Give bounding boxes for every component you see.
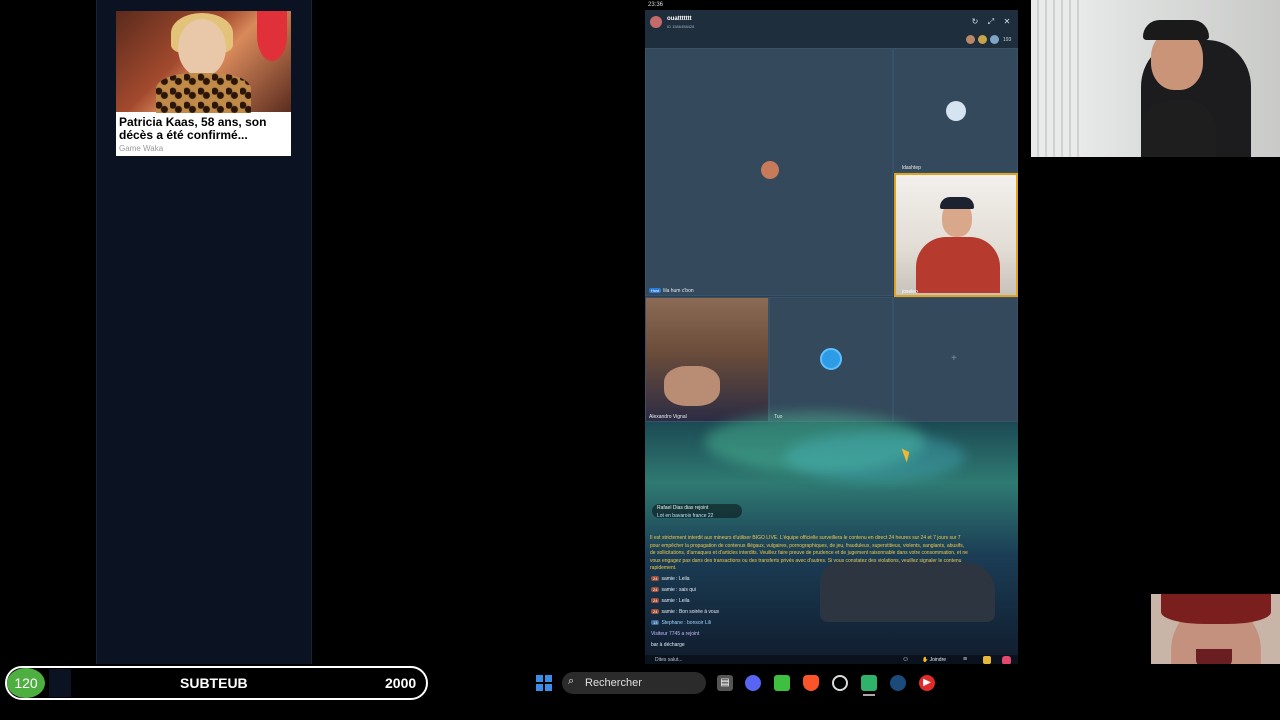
sub-goal-progress	[49, 669, 71, 697]
refresh-icon[interactable]: ↻	[970, 17, 980, 27]
ad-title[interactable]: Patricia Kaas, 58 ans, son décès a été c…	[119, 116, 288, 142]
room-header: ouattttttt ID 1586458428 ↻ ⤢ ✕ 193	[645, 10, 1018, 48]
host-id: ID 1586458428	[667, 24, 695, 29]
join-count: 22	[707, 513, 714, 519]
chat-message: 24 samie : Leila	[651, 576, 690, 582]
seat-name: ldashtep	[902, 165, 921, 171]
bigo-live-icon[interactable]	[861, 675, 877, 691]
app-green-icon[interactable]	[774, 675, 790, 691]
menu-icon[interactable]: ≡	[963, 656, 967, 663]
expand-icon[interactable]: ⤢	[986, 17, 996, 27]
seat-avatar	[946, 101, 966, 121]
rules-notice: Il est strictement interdit aux mineurs …	[650, 535, 968, 571]
seat-2[interactable]: ldashtep	[893, 48, 1018, 173]
add-seat-icon[interactable]: +	[951, 353, 957, 364]
viewer-count[interactable]: 193	[1003, 37, 1011, 43]
gift-icon[interactable]	[983, 656, 991, 664]
file-explorer-icon[interactable]: ▤	[717, 675, 733, 691]
steam-icon[interactable]	[890, 675, 906, 691]
join-sub: Lot en bavarois france	[657, 513, 707, 519]
system-message: bar à décharge	[651, 642, 685, 648]
hand-icon: ✋	[922, 657, 929, 663]
user-video	[664, 366, 720, 406]
ad-source: Game Waka	[119, 144, 164, 153]
search-icon: ⌕	[568, 675, 575, 687]
sub-goal-label: SUBTEUB	[180, 675, 248, 691]
discord-icon[interactable]	[745, 675, 761, 691]
chat-message: 13 Stephane : bonsoir Lili	[651, 620, 711, 626]
viewer-avatar[interactable]	[978, 35, 987, 44]
seat-3-video[interactable]: joseleo	[894, 173, 1018, 297]
search-label: Rechercher	[585, 677, 642, 689]
join-banner: Rafael Dias dias rejoint	[657, 505, 709, 511]
media-player-icon[interactable]: ▶	[919, 675, 935, 691]
chat-message: 24 samie : Leila	[651, 598, 690, 604]
system-message: Visiteur 7745 a rejoint	[651, 631, 700, 637]
viewer-avatar[interactable]	[966, 35, 975, 44]
chat-panel: Rafael Dias dias rejoint Lot en bavarois…	[645, 412, 1018, 665]
viewer-avatar[interactable]	[990, 35, 999, 44]
chat-message: 24 samie : sais qui	[651, 587, 696, 593]
seat-name: joseleo	[902, 289, 918, 295]
ad-image	[116, 11, 291, 113]
host-name: ouattttttt	[667, 16, 692, 22]
active-app-indicator	[863, 694, 875, 696]
emoji-icon[interactable]: ☺	[902, 656, 909, 663]
seat-5[interactable]: Tuo	[769, 297, 893, 422]
seat-name: Alexandro Vignal	[649, 414, 687, 420]
chat-message: 24 samie : Bon soirée à vous	[651, 609, 719, 615]
host-badge: Host	[649, 288, 662, 293]
live-room-window: ouattttttt ID 1586458428 ↻ ⤢ ✕ 193 Host l…	[645, 10, 1018, 665]
status-clock: 23:36	[648, 2, 664, 8]
close-icon[interactable]: ✕	[1002, 17, 1012, 27]
sub-count: 120	[7, 668, 45, 698]
seat-6-empty[interactable]: +	[893, 297, 1018, 422]
seat-main[interactable]: Host lila hum c'bon	[645, 48, 893, 296]
chat-input[interactable]: Dites salut...	[655, 657, 683, 663]
join-button: Joindre	[929, 657, 947, 663]
windows-start-icon[interactable]	[536, 675, 552, 691]
brave-browser-icon[interactable]	[803, 675, 819, 691]
seat-name: lila hum c'bon	[663, 288, 694, 294]
ad-card[interactable]: Patricia Kaas, 58 ans, son décès a été c…	[116, 11, 291, 156]
seat-4-video[interactable]: Alexandro Vignal	[645, 297, 769, 422]
host-avatar[interactable]	[650, 16, 662, 28]
obs-icon[interactable]	[832, 675, 848, 691]
streamer-webcam	[1031, 0, 1280, 157]
seat-avatar	[761, 161, 779, 179]
sub-goal-target: 2000	[385, 675, 417, 691]
seat-avatar	[820, 348, 842, 370]
